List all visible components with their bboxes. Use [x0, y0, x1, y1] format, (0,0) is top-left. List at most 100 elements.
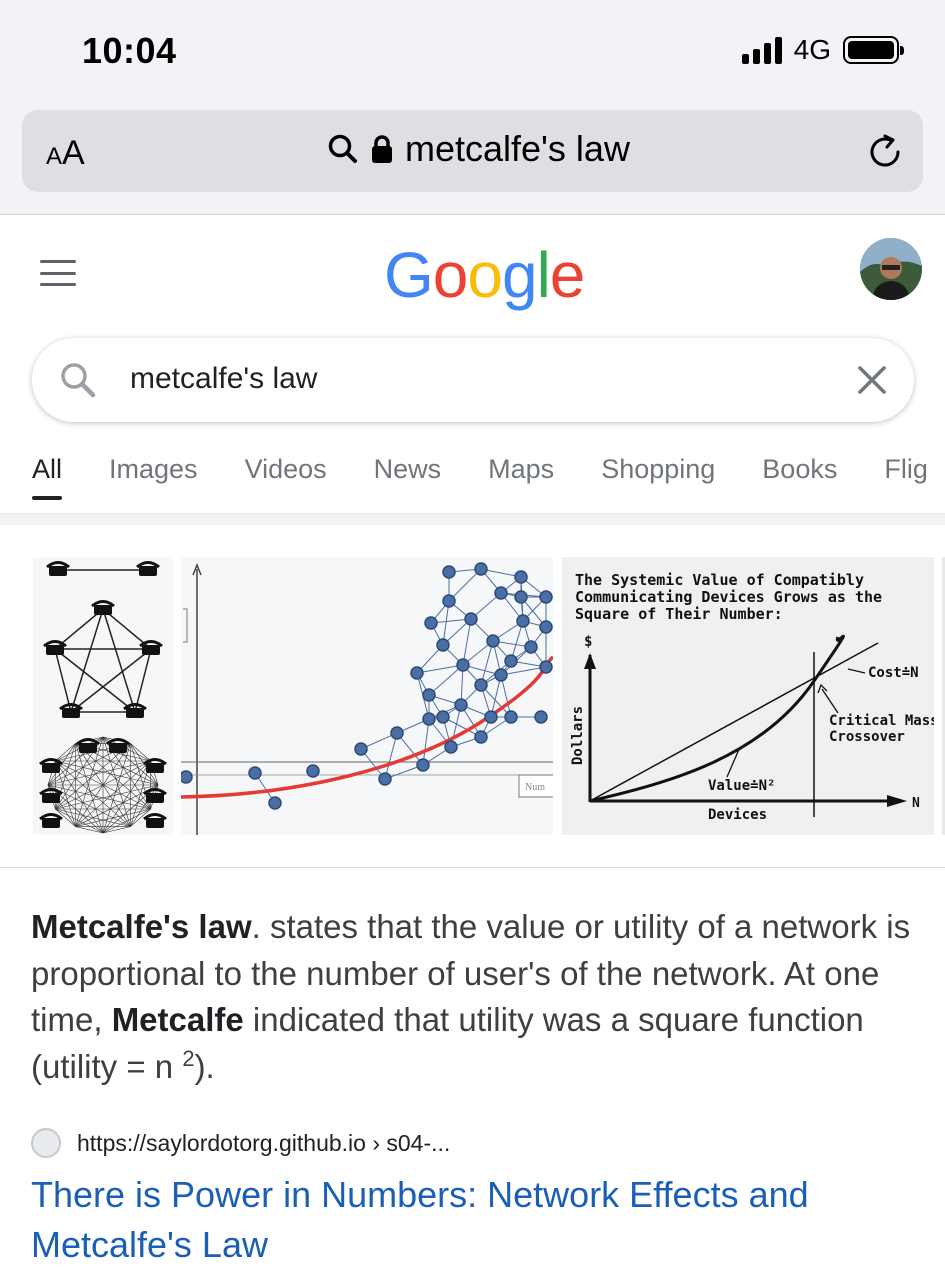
- network-node: [390, 726, 404, 740]
- network-node: [539, 660, 553, 674]
- cost-label: Cost≐N: [868, 665, 919, 681]
- reload-icon[interactable]: [865, 132, 905, 172]
- network-node: [464, 612, 478, 626]
- network-node: [268, 796, 282, 810]
- network-node: [474, 730, 488, 744]
- network-node: [494, 586, 508, 600]
- telephone-icon: [91, 600, 115, 615]
- image-result-metcalfe-chart[interactable]: The Systemic Value of Compatibly Communi…: [562, 557, 934, 835]
- telephone-icon: [59, 703, 83, 718]
- text-size-button[interactable]: AA: [46, 134, 85, 173]
- telephone-icon: [143, 758, 167, 773]
- network-node: [474, 678, 488, 692]
- network-node: [494, 668, 508, 682]
- address-bar[interactable]: AA metcalfe's law: [22, 110, 923, 192]
- tab-shopping[interactable]: Shopping: [601, 454, 715, 498]
- google-logo[interactable]: Google: [384, 238, 585, 312]
- globe-icon: [31, 1128, 61, 1158]
- snippet-superscript: 2: [182, 1045, 195, 1071]
- network-node: [454, 698, 468, 712]
- network-node: [456, 658, 470, 672]
- network-node: [504, 710, 518, 724]
- image-result-network-growth[interactable]: Num: [181, 557, 553, 835]
- network-node: [416, 758, 430, 772]
- x-axis-label: Devices: [708, 807, 767, 823]
- search-box[interactable]: metcalfe's law: [32, 338, 914, 422]
- network-node: [486, 634, 500, 648]
- avatar[interactable]: [860, 238, 922, 300]
- telephone-icon: [139, 640, 163, 655]
- value-label: Value≐N²: [708, 778, 775, 794]
- telephone-icon: [43, 640, 67, 655]
- result-source[interactable]: https://saylordotorg.github.io › s04-...: [31, 1128, 450, 1158]
- close-icon[interactable]: [852, 360, 892, 400]
- menu-icon[interactable]: [40, 260, 76, 286]
- source-url[interactable]: https://saylordotorg.github.io › s04-...: [77, 1130, 450, 1157]
- telephone-icon: [143, 813, 167, 828]
- status-indicators: 4G: [741, 34, 904, 66]
- network-node: [306, 764, 320, 778]
- tab-news[interactable]: News: [374, 454, 442, 498]
- network-type: 4G: [793, 34, 831, 65]
- chart-title-line-1: The Systemic Value of Compatibly: [575, 571, 864, 589]
- search-icon[interactable]: [58, 360, 98, 400]
- telephone-icon: [106, 738, 130, 753]
- search-input[interactable]: metcalfe's law: [130, 362, 317, 396]
- battery-icon: [843, 36, 904, 64]
- telephone-icon: [39, 788, 63, 803]
- search-icon: [328, 134, 357, 163]
- tab-maps[interactable]: Maps: [488, 454, 554, 498]
- tab-videos[interactable]: Videos: [245, 454, 327, 498]
- divider: [0, 513, 945, 525]
- network-node: [354, 742, 368, 756]
- legend-fragment: Num: [525, 782, 545, 793]
- tab-images[interactable]: Images: [109, 454, 198, 498]
- telephone-icon: [76, 738, 100, 753]
- network-node: [422, 712, 436, 726]
- snippet-name: Metcalfe: [111, 1001, 244, 1038]
- network-node: [378, 772, 392, 786]
- network-node: [422, 688, 436, 702]
- logo-letter: o: [432, 239, 469, 311]
- telephone-icon: [123, 703, 147, 718]
- logo-letter: G: [384, 239, 434, 311]
- snippet-text: ).: [194, 1047, 215, 1085]
- network-node: [474, 562, 488, 576]
- tab-books[interactable]: Books: [762, 454, 837, 498]
- network-node: [484, 710, 498, 724]
- search-tabs: All Images Videos News Maps Shopping Boo…: [32, 454, 928, 504]
- featured-snippet: Metcalfe's law. states that the value or…: [31, 904, 921, 1090]
- image-result-telephone-network[interactable]: [33, 557, 173, 835]
- telephone-icon: [136, 561, 160, 576]
- y-axis-label: Dollars: [570, 706, 586, 765]
- chart-title-line-3: Square of Their Number:: [575, 605, 783, 623]
- logo-letter: g: [501, 239, 538, 311]
- network-node: [539, 620, 553, 634]
- logo-letter: o: [467, 239, 503, 311]
- network-node: [410, 666, 424, 680]
- tab-all[interactable]: All: [32, 454, 63, 500]
- network-node: [424, 616, 438, 630]
- network-node: [442, 565, 456, 579]
- chart-title-line-2: Communicating Devices Grows as the: [575, 588, 882, 606]
- network-node: [181, 770, 193, 784]
- x-symbol: N: [912, 796, 920, 811]
- telephone-icon: [39, 758, 63, 773]
- network-node: [504, 654, 518, 668]
- signal-icon: [741, 36, 782, 64]
- result-title-link[interactable]: There is Power in Numbers: Network Effec…: [31, 1170, 921, 1270]
- crossover-label-line-2: Crossover: [829, 729, 905, 745]
- browser-chrome: 10:04 4G AA metcalfe's law: [0, 0, 945, 215]
- crossover-label-line-1: Critical Mass: [829, 713, 934, 729]
- network-node: [534, 710, 548, 724]
- tab-flights[interactable]: Flig: [884, 454, 928, 498]
- network-node: [514, 590, 528, 604]
- network-node: [514, 570, 528, 584]
- telephone-icon: [46, 561, 70, 576]
- address-field[interactable]: metcalfe's law: [327, 128, 630, 170]
- network-node: [442, 594, 456, 608]
- telephone-icon: [143, 788, 167, 803]
- snippet-term: Metcalfe's law: [31, 908, 252, 945]
- lock-icon: [372, 135, 392, 163]
- divider: [0, 867, 945, 868]
